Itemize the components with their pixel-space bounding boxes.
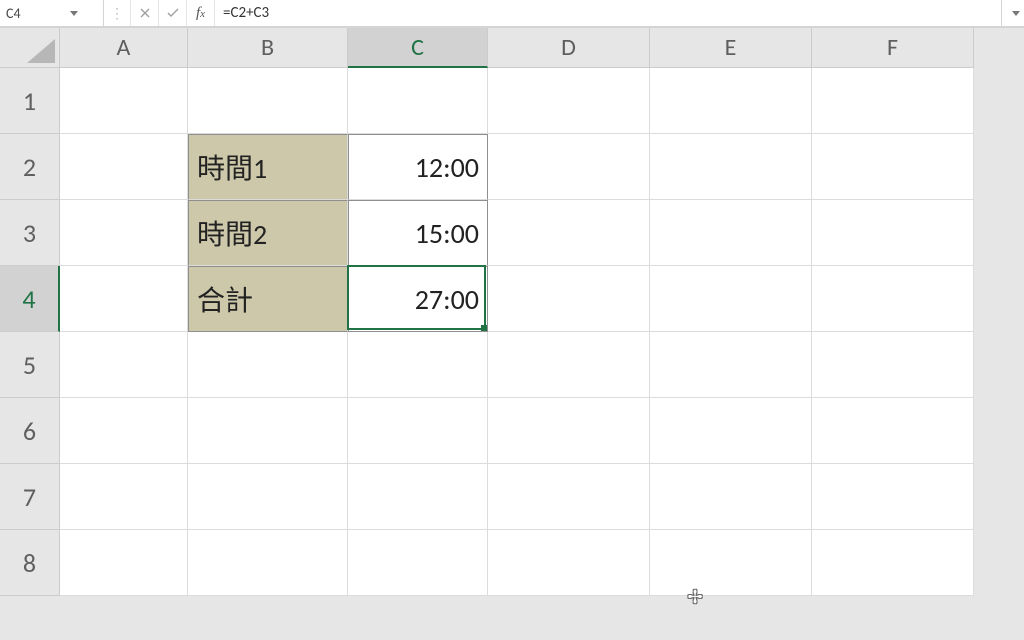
cell-B2[interactable]: 時間1 (188, 134, 348, 200)
cell-D3[interactable] (488, 200, 650, 266)
grid[interactable]: 時間112:00時間215:00合計27:00 (60, 68, 974, 596)
formula-bar-separator: ⋮ (104, 0, 131, 26)
cell-A7[interactable] (60, 464, 188, 530)
formula-input-value: =C2+C3 (223, 4, 269, 22)
row-header-5[interactable]: 5 (0, 332, 60, 398)
column-header-D[interactable]: D (488, 28, 650, 68)
cell-B1[interactable] (188, 68, 348, 134)
cell-E7[interactable] (650, 464, 812, 530)
cell-E2[interactable] (650, 134, 812, 200)
cell-B5[interactable] (188, 332, 348, 398)
x-icon (140, 8, 150, 18)
formula-bar-expand-icon[interactable] (1008, 0, 1024, 26)
cell-F1[interactable] (812, 68, 974, 134)
cell-F7[interactable] (812, 464, 974, 530)
cell-A6[interactable] (60, 398, 188, 464)
cell-E6[interactable] (650, 398, 812, 464)
cell-B6[interactable] (188, 398, 348, 464)
column-header-B[interactable]: B (188, 28, 348, 68)
cell-B8[interactable] (188, 530, 348, 596)
cell-A3[interactable] (60, 200, 188, 266)
cell-E8[interactable] (650, 530, 812, 596)
cell-A5[interactable] (60, 332, 188, 398)
column-headers: ABCDEF (60, 28, 974, 68)
cell-F6[interactable] (812, 398, 974, 464)
column-header-F[interactable]: F (812, 28, 974, 68)
name-box-dropdown-icon[interactable] (52, 6, 98, 20)
cell-B7[interactable] (188, 464, 348, 530)
cell-F8[interactable] (812, 530, 974, 596)
cell-C7[interactable] (348, 464, 488, 530)
select-all-cell[interactable] (0, 28, 60, 68)
formula-input[interactable]: =C2+C3 (215, 0, 1002, 26)
cell-C6[interactable] (348, 398, 488, 464)
cell-A8[interactable] (60, 530, 188, 596)
cell-C5[interactable] (348, 332, 488, 398)
row-headers: 12345678 (0, 68, 60, 596)
cell-A1[interactable] (60, 68, 188, 134)
row-header-1[interactable]: 1 (0, 68, 60, 134)
cell-E4[interactable] (650, 266, 812, 332)
cell-F5[interactable] (812, 332, 974, 398)
cell-E3[interactable] (650, 200, 812, 266)
cell-F4[interactable] (812, 266, 974, 332)
spreadsheet-grid-area: ABCDEF 12345678 時間112:00時間215:00合計27:00 … (0, 28, 1024, 640)
row-header-8[interactable]: 8 (0, 530, 60, 596)
cell-F2[interactable] (812, 134, 974, 200)
name-box[interactable]: C4 (0, 0, 104, 26)
cell-D2[interactable] (488, 134, 650, 200)
column-header-A[interactable]: A (60, 28, 188, 68)
column-header-E[interactable]: E (650, 28, 812, 68)
confirm-formula-button[interactable] (159, 0, 187, 26)
row-header-2[interactable]: 2 (0, 134, 60, 200)
cell-B4[interactable]: 合計 (188, 266, 348, 332)
cell-A4[interactable] (60, 266, 188, 332)
cell-C3[interactable]: 15:00 (348, 200, 488, 266)
cell-E1[interactable] (650, 68, 812, 134)
cell-D5[interactable] (488, 332, 650, 398)
cell-F3[interactable] (812, 200, 974, 266)
insert-function-button[interactable]: fx (187, 0, 215, 26)
cell-B3[interactable]: 時間2 (188, 200, 348, 266)
name-box-value: C4 (6, 5, 52, 22)
cell-C8[interactable] (348, 530, 488, 596)
cancel-formula-button[interactable] (131, 0, 159, 26)
cell-A2[interactable] (60, 134, 188, 200)
cell-E5[interactable] (650, 332, 812, 398)
row-header-3[interactable]: 3 (0, 200, 60, 266)
check-icon (167, 8, 179, 18)
cell-C2[interactable]: 12:00 (348, 134, 488, 200)
cell-D4[interactable] (488, 266, 650, 332)
row-header-7[interactable]: 7 (0, 464, 60, 530)
formula-bar: C4 ⋮ fx =C2+C3 (0, 0, 1024, 28)
cell-C4[interactable]: 27:00 (348, 266, 488, 332)
cell-D8[interactable] (488, 530, 650, 596)
cell-D1[interactable] (488, 68, 650, 134)
cell-D7[interactable] (488, 464, 650, 530)
cell-C1[interactable] (348, 68, 488, 134)
row-header-6[interactable]: 6 (0, 398, 60, 464)
row-header-4[interactable]: 4 (0, 266, 60, 332)
cell-D6[interactable] (488, 398, 650, 464)
column-header-C[interactable]: C (348, 28, 488, 68)
fx-icon: fx (196, 5, 205, 22)
